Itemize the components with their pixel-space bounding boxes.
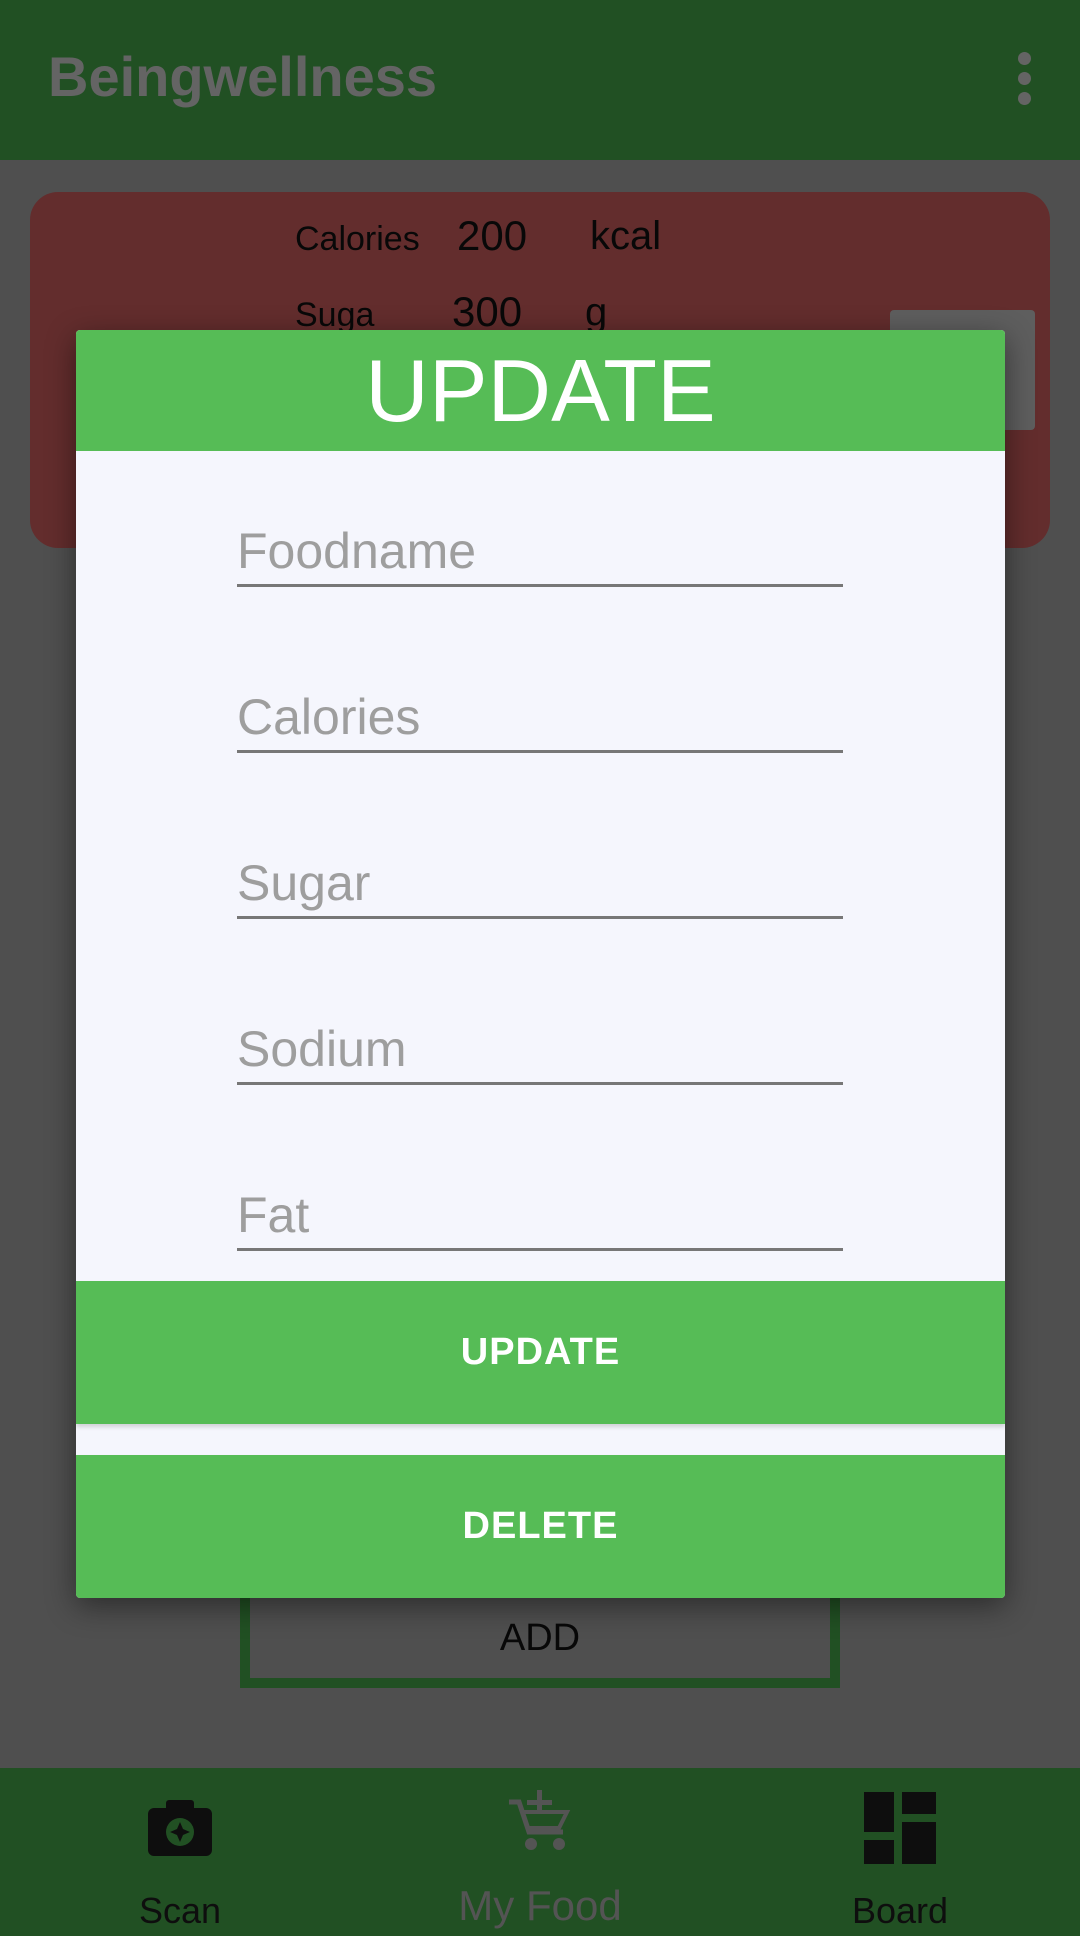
fat-field[interactable]: [237, 1181, 843, 1251]
calories-field[interactable]: [237, 683, 843, 753]
sodium-field[interactable]: [237, 1015, 843, 1085]
sugar-field[interactable]: [237, 849, 843, 919]
delete-button[interactable]: DELETE: [76, 1455, 1005, 1598]
update-button[interactable]: UPDATE: [76, 1281, 1005, 1424]
update-dialog: UPDATE UPDATE DELETE: [76, 330, 1005, 1598]
foodname-field[interactable]: [237, 517, 843, 587]
dialog-title: UPDATE: [76, 330, 1005, 451]
